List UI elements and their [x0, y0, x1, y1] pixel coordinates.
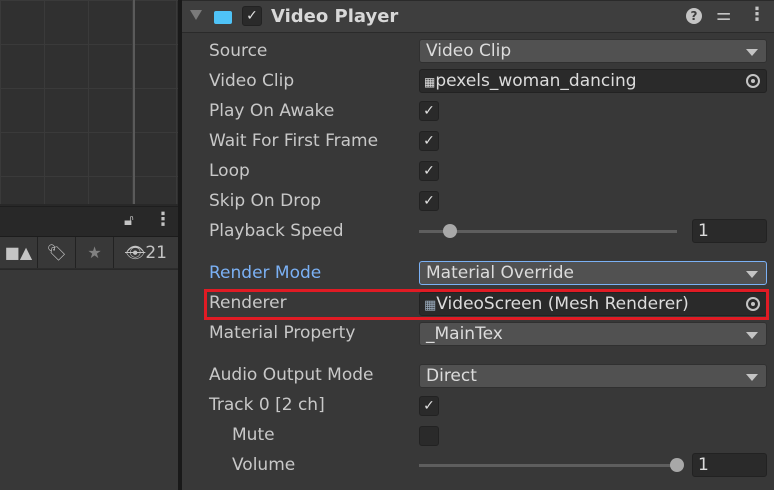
wait-first-frame-label: Wait For First Frame [209, 131, 379, 151]
audio-output-mode-dropdown[interactable]: Direct [419, 364, 767, 388]
audio-output-mode-label: Audio Output Mode [209, 365, 374, 385]
hierarchy-body [0, 270, 178, 490]
track0-checkbox[interactable]: ✓ [419, 396, 439, 416]
tag-icon[interactable]: 🏷︎ [38, 237, 76, 268]
loop-label: Loop [209, 161, 250, 181]
video-clip-label: Video Clip [209, 71, 295, 91]
hierarchy-toolbar: 🔓︎ ⋮ [0, 206, 178, 236]
highlight-box [204, 289, 769, 320]
play-on-awake-checkbox[interactable]: ✓ [419, 101, 439, 121]
component-enabled-checkbox[interactable]: ✓ [242, 6, 262, 26]
volume-slider[interactable] [419, 464, 677, 467]
mute-checkbox[interactable] [419, 426, 439, 446]
wait-first-frame-checkbox[interactable]: ✓ [419, 131, 439, 151]
foldout-arrow-icon[interactable] [190, 10, 202, 20]
source-label: Source [209, 41, 268, 61]
loop-checkbox[interactable]: ✓ [419, 161, 439, 181]
shapes-icon[interactable]: ■▲ [0, 237, 38, 268]
material-property-dropdown[interactable]: _MainTex [419, 322, 767, 346]
visibility-filter[interactable]: 👁︎ 21 [114, 237, 178, 268]
chevron-down-icon [746, 49, 758, 56]
grid-axis-line [133, 0, 135, 204]
video-clip-field[interactable]: ▦pexels_woman_dancing [419, 69, 767, 93]
presets-icon[interactable]: ⚌ [716, 5, 731, 25]
object-picker-icon[interactable] [746, 74, 760, 88]
audio-output-mode-value: Direct [426, 366, 477, 386]
video-player-icon [214, 11, 232, 24]
play-on-awake-label: Play On Awake [209, 101, 335, 121]
chevron-down-icon [746, 332, 758, 339]
star-icon[interactable]: ★ [76, 237, 114, 268]
panel-divider[interactable] [178, 0, 182, 490]
eye-hidden-icon: 👁︎ [125, 243, 146, 262]
component-title: Video Player [271, 6, 399, 27]
material-property-label: Material Property [209, 323, 356, 343]
scene-view[interactable] [0, 0, 178, 204]
playback-speed-knob[interactable] [442, 224, 457, 238]
chevron-down-icon [746, 374, 758, 381]
menu-icon[interactable]: ⋮ [154, 209, 172, 230]
skip-on-drop-checkbox[interactable]: ✓ [419, 191, 439, 211]
source-value: Video Clip [426, 41, 512, 61]
playback-speed-input[interactable]: 1 [692, 219, 767, 243]
component-header[interactable]: ✓ Video Player ? ⚌ ⋮ [182, 0, 774, 33]
video-clip-icon: ▦ [424, 75, 436, 89]
video-clip-value: pexels_woman_dancing [435, 71, 637, 91]
track0-label: Track 0 [2 ch] [209, 395, 325, 415]
filter-bar: ■▲ 🏷︎ ★ 👁︎ 21 [0, 236, 178, 269]
skip-on-drop-label: Skip On Drop [209, 191, 322, 211]
volume-input[interactable]: 1 [692, 453, 767, 477]
source-dropdown[interactable]: Video Clip [419, 39, 767, 63]
help-icon[interactable]: ? [686, 8, 702, 24]
visibility-count: 21 [145, 242, 167, 263]
component-menu-icon[interactable]: ⋮ [748, 4, 766, 25]
playback-speed-label: Playback Speed [209, 221, 344, 241]
volume-label: Volume [232, 455, 296, 475]
render-mode-value: Material Override [426, 263, 575, 283]
mute-label: Mute [232, 425, 275, 445]
material-property-value: _MainTex [426, 324, 503, 344]
lock-icon[interactable]: 🔓︎ [124, 211, 134, 229]
render-mode-dropdown[interactable]: Material Override [419, 261, 767, 285]
volume-knob[interactable] [670, 458, 684, 472]
chevron-down-icon [746, 271, 758, 278]
render-mode-label: Render Mode [209, 263, 322, 283]
playback-speed-slider[interactable] [419, 230, 677, 233]
